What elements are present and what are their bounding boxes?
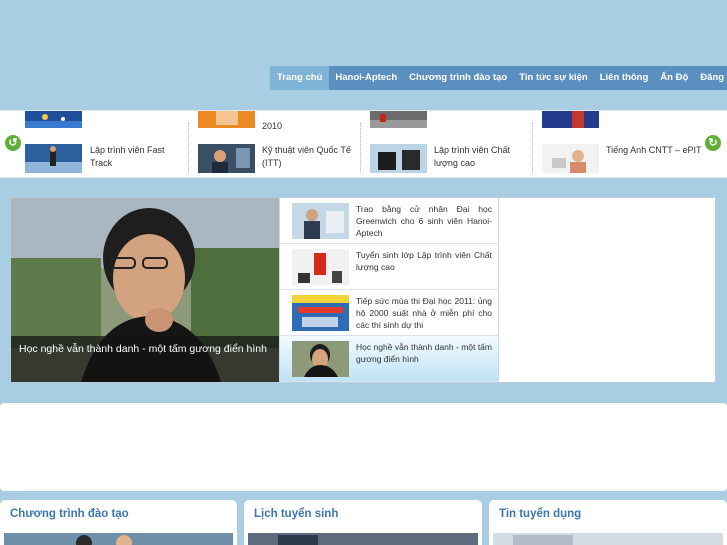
box-programs: Chương trình đào tạo [0,500,237,545]
nav-register[interactable]: Đăng ký học [694,66,727,90]
news-thumb [292,295,349,331]
program-top-label: 2010 [262,121,283,131]
nav-home[interactable]: Trang chủ [270,66,330,90]
program-label[interactable]: Lập trình viên Fast Track [90,144,175,170]
program-item-fast-track[interactable]: Lập trình viên Fast Track [25,111,185,179]
main-nav: Trang chủ Hanoi-Aptech Chương trình đào … [270,66,727,90]
hero-image[interactable]: Học nghề vẫn thành danh - một tấm gương … [11,198,279,382]
news-item[interactable]: Tiếp sức mùa thi Đại học 2011: ủng hộ 20… [280,290,498,336]
epit-thumb [542,144,599,173]
program-label[interactable]: Tiếng Anh CNTT – ePIT [606,144,702,157]
news-item-active[interactable]: Học nghề vẫn thành danh - một tấm gương … [280,336,498,382]
program-item-quality[interactable]: Lập trình viên Chất lượng cao [370,111,530,179]
news-title[interactable]: Tiếp sức mùa thi Đại học 2011: ủng hộ 20… [356,295,492,331]
epit-thumb-top [542,111,599,128]
box-image [4,533,233,545]
box-title[interactable]: Tin tuyển dụng [499,508,581,520]
fast-track-thumb-top [25,111,82,128]
news-title[interactable]: Học nghề vẫn thành danh - một tấm gương … [356,341,492,365]
news-title[interactable]: Tuyển sinh lớp Lập trình viên Chất lượng… [356,249,492,273]
nav-programs[interactable]: Chương trình đào tạo [403,66,513,90]
news-thumb [292,203,349,239]
program-label[interactable]: Kỹ thuật viên Quốc Tế (ITT) [262,144,354,170]
carousel-next-icon[interactable]: ↻ [705,135,721,151]
news-item[interactable]: Tuyển sinh lớp Lập trình viên Chất lượng… [280,244,498,290]
news-title[interactable]: Trao bằng cử nhân Đại học Greenwich cho … [356,203,492,239]
news-item[interactable]: Trao bằng cử nhân Đại học Greenwich cho … [280,198,498,244]
fast-track-thumb [25,144,82,173]
nav-articulation[interactable]: Liên thông [594,66,655,90]
hero-caption[interactable]: Học nghề vẫn thành danh - một tấm gương … [11,336,279,382]
news-list: Trao bằng cử nhân Đại học Greenwich cho … [279,198,499,382]
quality-thumb-top [370,111,427,128]
nav-india[interactable]: Ấn Độ [654,66,694,90]
nav-hanoi-aptech[interactable]: Hanoi-Aptech [329,66,403,90]
news-thumb [292,249,349,285]
nav-news-events[interactable]: Tin tức sự kiện [513,66,594,90]
program-carousel: ↺ Lập trình viên Fast Track 2010 Kỹ thuậ… [0,110,727,178]
featured-news: Học nghề vẫn thành danh - một tấm gương … [10,197,716,383]
box-jobs: Tin tuyển dụng [489,500,727,545]
box-admissions: Lịch tuyển sinh [244,500,482,545]
itt-thumb [198,144,255,173]
box-title[interactable]: Chương trình đào tạo [10,508,129,520]
program-item-epit[interactable]: Tiếng Anh CNTT – ePIT [542,111,702,179]
program-item-itt[interactable]: 2010 Kỹ thuật viên Quốc Tế (ITT) [198,111,358,179]
box-image [248,533,478,545]
program-label[interactable]: Lập trình viên Chất lượng cao [434,144,519,170]
carousel-prev-icon[interactable]: ↺ [5,135,21,151]
quality-thumb [370,144,427,173]
box-image [493,533,723,545]
news-thumb [292,341,349,377]
banner-area [0,403,727,491]
box-title[interactable]: Lịch tuyển sinh [254,508,338,520]
itt-thumb-top [198,111,255,128]
